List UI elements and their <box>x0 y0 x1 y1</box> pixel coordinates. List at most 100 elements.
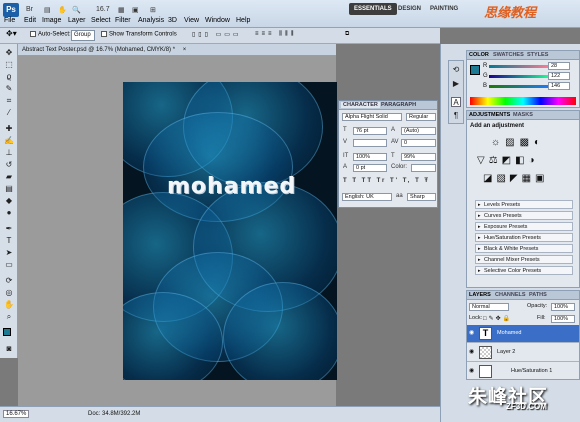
show-transform-checkbox[interactable] <box>101 31 107 37</box>
tab-character[interactable]: CHARACTER <box>341 102 380 108</box>
horizontal-scale-field[interactable]: 99% <box>401 153 436 161</box>
distribute-buttons[interactable]: ≡≡≡ ⫼⫼⫼ <box>255 31 296 38</box>
opacity-field[interactable]: 100% <box>551 303 575 311</box>
font-style-select[interactable]: Regular <box>406 113 436 121</box>
menu-file[interactable]: File <box>4 17 15 24</box>
move-tool-icon[interactable]: ✥ <box>4 48 14 58</box>
layer-row-hue-saturation[interactable]: ◉ Hue/Saturation 1 <box>467 363 579 379</box>
history-brush-icon[interactable]: ↺ <box>4 160 14 170</box>
menu-image[interactable]: Image <box>42 17 61 24</box>
adjustment-icons-row-2[interactable]: ▽⚖◩◧◑ <box>477 155 539 166</box>
menu-view[interactable]: View <box>184 17 199 24</box>
menu-filter[interactable]: Filter <box>115 17 131 24</box>
preset-black-white[interactable]: Black & White Presets <box>475 244 573 253</box>
arrange-documents-icon[interactable]: ▦ <box>118 6 125 14</box>
leading-field[interactable]: (Auto) <box>401 127 436 135</box>
menu-layer[interactable]: Layer <box>68 17 86 24</box>
visibility-eye-icon[interactable]: ◉ <box>469 349 475 355</box>
healing-brush-icon[interactable]: ✚ <box>4 124 14 134</box>
kerning-field[interactable] <box>353 139 387 147</box>
marquee-tool-icon[interactable]: ⬚ <box>4 60 14 70</box>
tab-adjustments[interactable]: ADJUSTMENTS <box>469 112 510 118</box>
blur-tool-icon[interactable]: ◆ <box>4 196 14 206</box>
layer-row-mohamed[interactable]: ◉ T Mohamed <box>467 325 579 343</box>
zoom-tool-icon-box[interactable]: ⌕ <box>4 312 14 322</box>
font-size-field[interactable]: 76 pt <box>353 127 387 135</box>
preset-levels[interactable]: Levels Presets <box>475 200 573 209</box>
hand-tool-icon[interactable]: ✋ <box>58 6 67 14</box>
workspace-design[interactable]: DESIGN <box>393 3 426 15</box>
workspace-essentials[interactable]: ESSENTIALS <box>349 3 397 15</box>
adjustment-icons-row-3[interactable]: ◪▧◤▦▣ <box>483 173 548 184</box>
screen-mode-icon[interactable]: ▣ <box>132 6 139 14</box>
fill-field[interactable]: 100% <box>551 315 575 323</box>
3d-orbit-icon[interactable]: ◎ <box>4 288 14 298</box>
font-family-select[interactable]: Alpha Flight Solid <box>342 113 402 121</box>
auto-select-dropdown[interactable]: Group <box>71 30 95 41</box>
move-tool-preset-icon[interactable]: ✥▾ <box>6 29 17 38</box>
visibility-eye-icon[interactable]: ◉ <box>469 368 475 374</box>
blue-value[interactable]: 146 <box>548 82 570 90</box>
menu-edit[interactable]: Edit <box>24 17 36 24</box>
quick-select-tool-icon[interactable]: ✎ <box>4 84 14 94</box>
text-color-swatch[interactable] <box>411 164 436 172</box>
bridge-icon[interactable]: Br <box>26 6 33 13</box>
preset-curves[interactable]: Curves Presets <box>475 211 573 220</box>
eraser-tool-icon[interactable]: ▰ <box>4 172 14 182</box>
lock-icons[interactable]: □✎✥🔒 <box>483 315 512 322</box>
menu-help[interactable]: Help <box>236 17 250 24</box>
zoom-field[interactable]: 16.67% <box>3 410 30 418</box>
red-value[interactable]: 28 <box>548 62 570 70</box>
tab-styles[interactable]: STYLES <box>527 52 548 58</box>
auto-align-icon[interactable]: ⧉ <box>345 31 349 38</box>
brush-tool-icon[interactable]: ✍ <box>4 136 14 146</box>
tracking-field[interactable]: 0 <box>401 139 436 147</box>
tab-color[interactable]: COLOR <box>469 52 489 58</box>
clone-stamp-icon[interactable]: ⊥ <box>4 148 14 158</box>
preset-channel-mixer[interactable]: Channel Mixer Presets <box>475 255 573 264</box>
dodge-tool-icon[interactable]: ● <box>4 208 14 218</box>
type-tool-icon[interactable]: T <box>4 236 14 246</box>
blend-mode-select[interactable]: Normal <box>469 303 509 311</box>
green-value[interactable]: 122 <box>548 72 570 80</box>
hand-tool-icon-box[interactable]: ✋ <box>4 300 14 310</box>
color-spectrum-ramp[interactable] <box>470 97 576 105</box>
green-slider[interactable] <box>489 75 549 78</box>
adjustment-icons-row-1[interactable]: ☼▨▩◐ <box>491 137 545 148</box>
blue-slider[interactable] <box>489 85 549 88</box>
poster-artwork[interactable]: mohamed <box>123 82 337 380</box>
preset-selective-color[interactable]: Selective Color Presets <box>475 266 573 275</box>
3d-rotate-icon[interactable]: ⟳ <box>4 276 14 286</box>
zoom-level[interactable]: 16.7 <box>96 6 110 13</box>
tab-layers[interactable]: LAYERS <box>469 292 491 298</box>
red-slider[interactable] <box>489 65 549 68</box>
shape-tool-icon[interactable]: ▭ <box>4 260 14 270</box>
pen-tool-icon[interactable]: ✒ <box>4 224 14 234</box>
document-tab[interactable]: Abstract Text Poster.psd @ 16.7% (Mohame… <box>18 44 336 56</box>
tab-masks[interactable]: MASKS <box>513 112 533 118</box>
menu-3d[interactable]: 3D <box>168 17 177 24</box>
tab-swatches[interactable]: SWATCHES <box>493 52 524 58</box>
quick-mask-icon[interactable]: ◙ <box>4 344 14 354</box>
close-document-icon[interactable]: × <box>183 47 187 53</box>
crop-tool-icon[interactable]: ⌗ <box>4 96 14 106</box>
minibridge-icon[interactable]: ▤ <box>44 6 51 14</box>
actions-panel-icon[interactable]: ▶ <box>451 79 461 89</box>
color-foreground-swatch[interactable] <box>470 65 480 75</box>
text-style-buttons[interactable]: T T TT Tr T' T, T Ŧ <box>343 178 430 184</box>
language-select[interactable]: English: UK <box>342 193 392 201</box>
auto-select-checkbox[interactable] <box>30 31 36 37</box>
view-extras-icon[interactable]: ⊞ <box>150 6 156 14</box>
character-panel-icon[interactable]: A <box>451 97 461 107</box>
lasso-tool-icon[interactable]: ϱ <box>4 72 14 82</box>
foreground-color-swatch[interactable] <box>3 328 11 336</box>
eyedropper-tool-icon[interactable]: ⁄ <box>4 108 14 118</box>
preset-hue-saturation[interactable]: Hue/Saturation Presets <box>475 233 573 242</box>
menu-window[interactable]: Window <box>205 17 230 24</box>
layer-row-layer-2[interactable]: ◉ Layer 2 <box>467 344 579 362</box>
tab-paragraph[interactable]: PARAGRAPH <box>381 102 416 108</box>
paragraph-panel-icon[interactable]: ¶ <box>451 111 461 121</box>
vertical-scale-field[interactable]: 100% <box>353 153 387 161</box>
baseline-shift-field[interactable]: 0 pt <box>353 164 387 172</box>
path-select-icon[interactable]: ➤ <box>4 248 14 258</box>
